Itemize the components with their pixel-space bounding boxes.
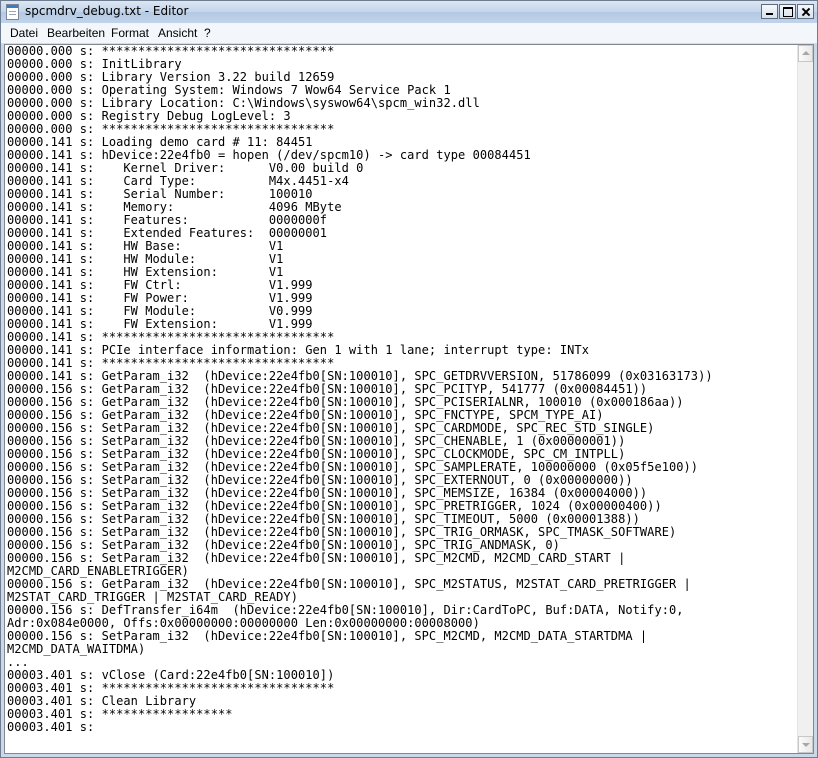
text-area[interactable]: 00000.000 s: ***************************… <box>7 45 795 751</box>
text-line: M2CMD_DATA_WAITDMA) <box>7 642 146 656</box>
text-editor[interactable]: 00000.000 s: ***************************… <box>4 44 814 754</box>
menu-bearbeiten[interactable]: Bearbeiten <box>47 26 105 40</box>
scroll-down-arrow-icon[interactable] <box>798 736 813 753</box>
title-bar[interactable]: spcmdrv_debug.txt - Editor <box>1 1 817 23</box>
menu-format[interactable]: Format <box>111 26 149 40</box>
menu-help[interactable]: ? <box>204 26 211 40</box>
menu-ansicht[interactable]: Ansicht <box>158 26 197 40</box>
text-line: 00003.401 s: <box>7 720 95 734</box>
scroll-up-arrow-icon[interactable] <box>798 45 813 62</box>
notepad-icon[interactable] <box>6 4 19 20</box>
menu-datei[interactable]: Datei <box>10 26 38 40</box>
text-line: 00003.401 s: ****************** <box>7 707 233 721</box>
window-title: spcmdrv_debug.txt - Editor <box>25 4 189 18</box>
menu-bar: Datei Bearbeiten Format Ansicht ? <box>1 23 817 44</box>
minimize-button[interactable] <box>761 4 778 19</box>
vertical-scrollbar[interactable] <box>797 45 813 753</box>
close-button[interactable] <box>797 4 814 19</box>
maximize-button[interactable] <box>779 4 796 19</box>
editor-window: spcmdrv_debug.txt - Editor Datei Bearbei… <box>0 0 818 758</box>
